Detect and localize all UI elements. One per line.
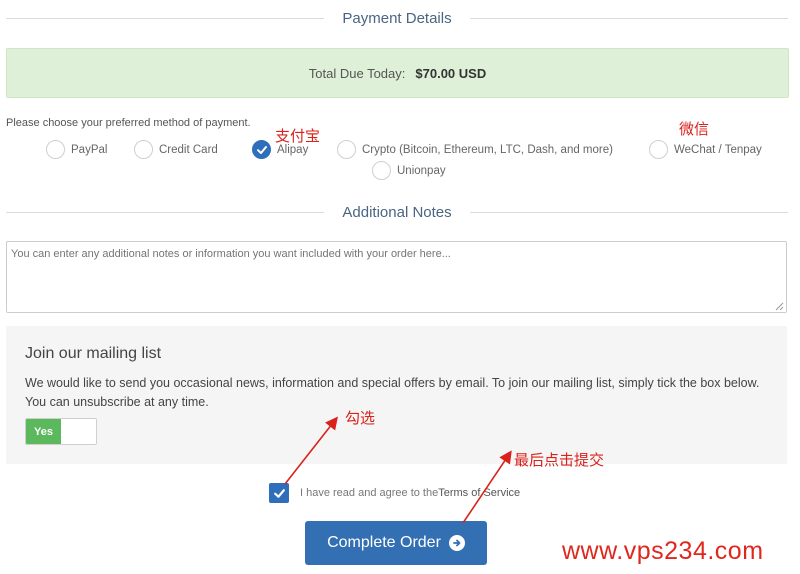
complete-order-button[interactable]: Complete Order (305, 521, 487, 565)
payment-option-label: PayPal (71, 143, 108, 156)
payment-option-credit-card[interactable]: Credit Card (134, 140, 218, 159)
payment-details-heading: Payment Details (6, 10, 788, 27)
payment-option-label: WeChat / Tenpay (674, 143, 762, 156)
radio-icon[interactable] (372, 161, 391, 180)
submit-annotation: 最后点击提交 (514, 451, 605, 469)
payment-method-prompt: Please choose your preferred method of p… (6, 117, 251, 129)
total-due-box: Total Due Today: $70.00 USD (6, 48, 789, 98)
divider (469, 18, 788, 19)
toggle-yes-label: Yes (26, 419, 61, 444)
checkmark-icon (256, 145, 267, 154)
wechat-annotation: 微信 (679, 120, 710, 138)
mailing-list-title: Join our mailing list (25, 345, 162, 362)
divider (6, 18, 325, 19)
additional-notes-textarea[interactable] (6, 241, 787, 313)
radio-icon[interactable] (649, 140, 668, 159)
additional-notes-heading: Additional Notes (6, 204, 789, 221)
complete-order-label: Complete Order (327, 534, 441, 551)
terms-checkbox[interactable] (269, 483, 289, 503)
radio-icon[interactable] (134, 140, 153, 159)
payment-option-wechat[interactable]: WeChat / Tenpay (649, 140, 762, 159)
mailing-list-toggle[interactable]: Yes (25, 418, 97, 445)
watermark: www.vps234.com (562, 537, 764, 565)
payment-option-label: Crypto (Bitcoin, Ethereum, LTC, Dash, an… (362, 143, 613, 156)
payment-option-crypto[interactable]: Crypto (Bitcoin, Ethereum, LTC, Dash, an… (337, 140, 613, 159)
radio-icon[interactable] (46, 140, 65, 159)
payment-option-paypal[interactable]: PayPal (46, 140, 107, 159)
radio-icon[interactable] (337, 140, 356, 159)
total-due-amount: $70.00 USD (415, 65, 487, 81)
terms-prefix: I have read and agree to the (300, 487, 439, 499)
divider (6, 212, 325, 213)
payment-option-label: Credit Card (159, 143, 218, 156)
resize-grip-icon[interactable] (775, 302, 784, 311)
arrow-right-circle-icon (448, 535, 465, 551)
payment-option-unionpay[interactable]: Unionpay (372, 161, 446, 180)
mailing-list-panel: Join our mailing list We would like to s… (6, 326, 787, 464)
payment-option-label: Unionpay (397, 164, 446, 177)
mailing-list-description: We would like to send you occasional new… (25, 376, 760, 409)
payment-details-title: Payment Details (342, 10, 452, 27)
total-due-label: Total Due Today: (308, 65, 406, 81)
divider (469, 212, 789, 213)
tick-annotation: 勾选 (345, 409, 376, 427)
additional-notes-title: Additional Notes (342, 204, 452, 221)
checkmark-icon (273, 488, 285, 498)
alipay-annotation: 支付宝 (275, 127, 321, 145)
terms-agreement: I have read and agree to the Terms of Se… (269, 483, 520, 503)
terms-of-service-link[interactable]: Terms of Service (438, 487, 520, 499)
radio-checked-icon[interactable] (252, 140, 271, 159)
